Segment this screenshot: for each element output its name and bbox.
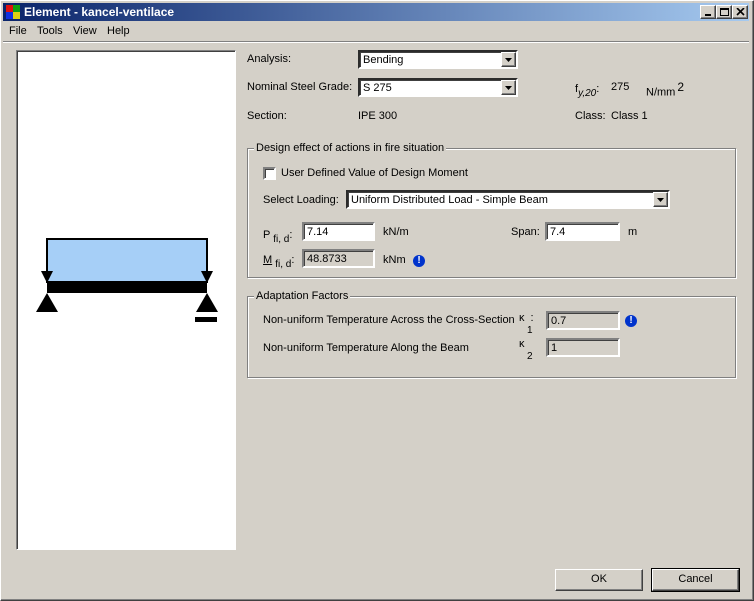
k2-symbol: κ [519, 338, 525, 350]
loading-value: Uniform Distributed Load - Simple Beam [351, 194, 548, 206]
maximize-icon [720, 8, 729, 16]
beam-diagram [36, 238, 218, 322]
fy-unit: N/mm 2 [646, 81, 684, 100]
beam-preview [16, 50, 236, 550]
steel-grade-select[interactable]: S 275 [358, 78, 518, 97]
minimize-button[interactable] [700, 5, 716, 19]
m-subscript: fi, d [275, 259, 292, 270]
menu-view[interactable]: View [73, 24, 97, 38]
info-icon[interactable]: ! [413, 255, 425, 267]
span-label: Span: [511, 226, 540, 238]
p-fid-input[interactable]: 7.14 [302, 222, 375, 241]
minimize-icon [705, 14, 711, 16]
loading-label: Select Loading: [263, 194, 339, 206]
m-symbol: M [263, 254, 273, 266]
adaptation-title: Adaptation Factors [254, 290, 351, 303]
span-value: 7.4 [550, 226, 566, 238]
class-value: Class 1 [611, 110, 648, 122]
cancel-button[interactable]: Cancel [651, 568, 740, 592]
m-colon: : [291, 254, 295, 266]
chevron-down-icon [505, 86, 512, 90]
span-unit: m [628, 226, 638, 238]
class-label: Class: [575, 110, 606, 122]
title-bar[interactable]: Element - kancel-ventilace [3, 3, 749, 21]
fy-label: fy,20: [575, 83, 600, 99]
app-palette-icon [6, 5, 20, 19]
chevron-down-icon [657, 198, 664, 202]
ok-button[interactable]: OK [555, 569, 643, 591]
fy-unit-sup: 2 [677, 80, 685, 94]
p-subscript: fi, d [273, 234, 290, 245]
k2-subscript: 2 [527, 351, 533, 362]
beam [47, 283, 207, 293]
steel-grade-dropdown-button[interactable] [501, 80, 516, 95]
info-icon[interactable]: ! [625, 315, 637, 327]
analysis-label: Analysis: [247, 53, 292, 65]
analysis-dropdown-button[interactable] [501, 52, 516, 67]
left-support [36, 293, 58, 312]
k1-symbol: κ [519, 312, 525, 324]
k2-field: 1 [546, 338, 620, 357]
analysis-value: Bending [363, 54, 404, 66]
design-effect-title: Design effect of actions in fire situati… [254, 142, 447, 155]
fy-unit-text: N/mm [646, 86, 676, 99]
chevron-down-icon [505, 58, 512, 62]
p-fid-value: 7.14 [307, 226, 329, 238]
window-title: Element - kancel-ventilace [24, 5, 175, 19]
menu-help[interactable]: Help [107, 24, 130, 38]
close-icon [736, 8, 745, 16]
fy-value: 275 [611, 81, 630, 93]
loading-dropdown-button[interactable] [653, 192, 668, 207]
k1-field: 0.7 [546, 311, 620, 330]
menu-file[interactable]: File [9, 24, 27, 38]
section-value: IPE 300 [358, 110, 398, 122]
section-label: Section: [247, 110, 287, 122]
load-area [46, 238, 208, 283]
user-defined-checkbox[interactable] [263, 167, 276, 180]
p-fid-label: P fi, d: [263, 229, 293, 245]
loading-select[interactable]: Uniform Distributed Load - Simple Beam [346, 190, 670, 209]
m-fid-label: M fi, d: [263, 254, 295, 270]
right-support [196, 293, 218, 312]
close-button[interactable] [732, 5, 748, 19]
span-input[interactable]: 7.4 [545, 222, 620, 241]
menu-tools[interactable]: Tools [37, 24, 63, 38]
user-defined-label[interactable]: User Defined Value of Design Moment [281, 167, 468, 180]
maximize-button[interactable] [716, 5, 732, 19]
k2-value: 1 [551, 342, 558, 354]
fy-colon: : [596, 83, 600, 95]
p-colon: : [289, 229, 293, 241]
adaptation-group [247, 296, 736, 378]
steel-grade-label: Nominal Steel Grade: [247, 81, 353, 93]
menu-bar: File Tools View Help [3, 22, 749, 40]
k1-label: Non-uniform Temperature Across the Cross… [263, 314, 515, 326]
k1-colon: : [530, 312, 534, 324]
menu-separator [3, 41, 749, 43]
p-symbol: P [263, 229, 271, 241]
k1-subscript: 1 [527, 325, 533, 336]
k1-value: 0.7 [551, 315, 567, 327]
fy-subscript: y,20 [578, 88, 597, 99]
p-fid-unit: kN/m [383, 226, 409, 238]
k2-label: Non-uniform Temperature Along the Beam [263, 342, 469, 354]
m-fid-field: 48.8733 [302, 249, 375, 268]
roller-base [195, 317, 217, 322]
m-fid-unit: kNm [383, 254, 406, 266]
steel-grade-value: S 275 [363, 82, 392, 94]
analysis-select[interactable]: Bending [358, 50, 518, 69]
m-fid-value: 48.8733 [307, 253, 347, 265]
